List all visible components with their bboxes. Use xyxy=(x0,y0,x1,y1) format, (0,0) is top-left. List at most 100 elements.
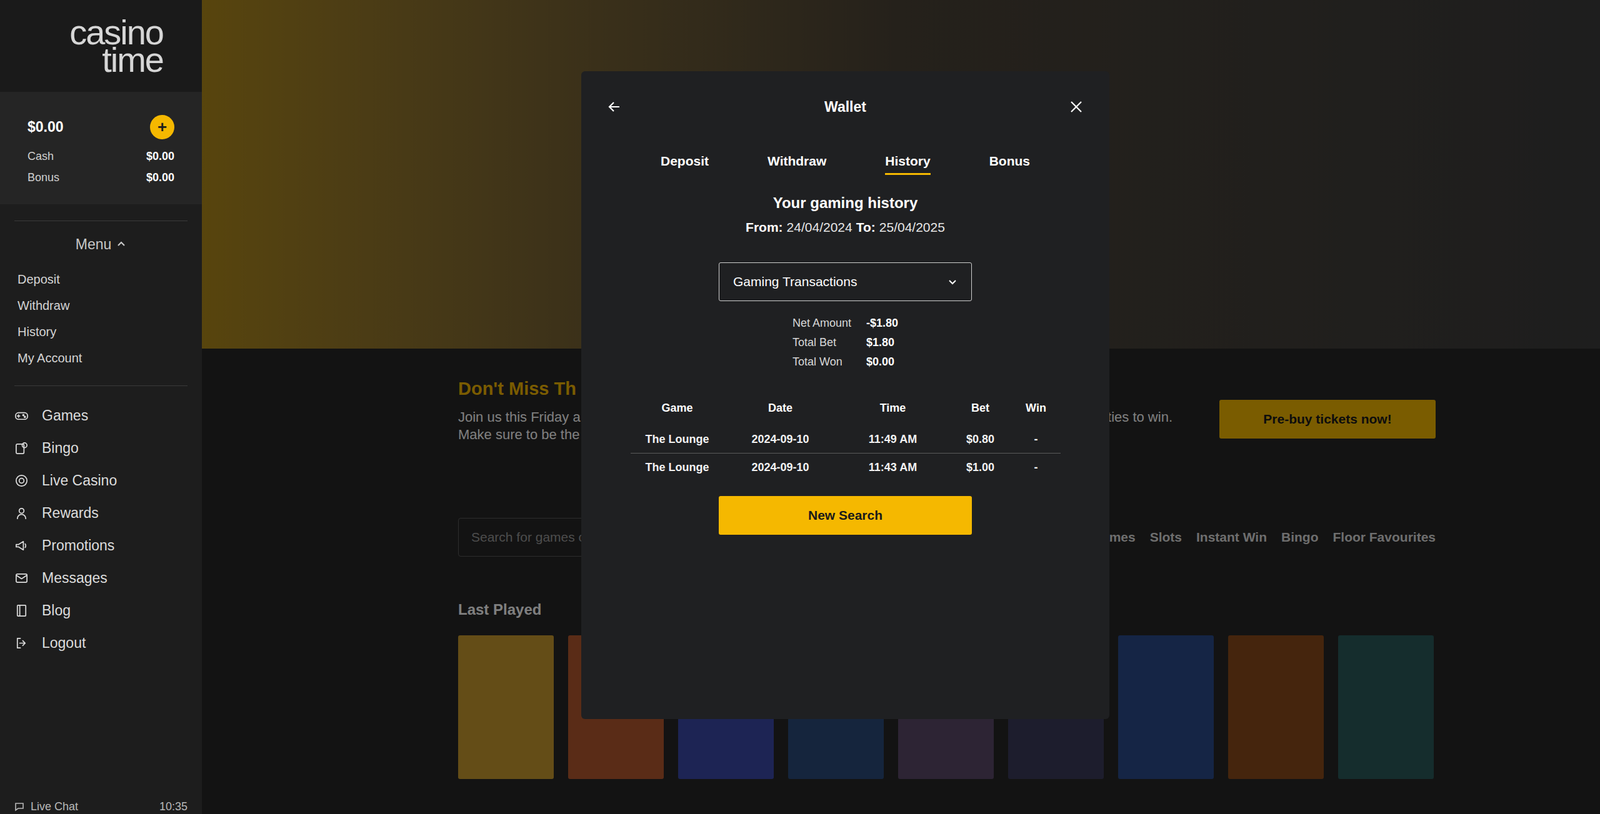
person-icon xyxy=(14,506,29,521)
nav-label: Rewards xyxy=(41,502,99,525)
summary-value: -$1.80 xyxy=(866,313,899,334)
cash-label: Cash xyxy=(27,148,54,165)
summary: Net Amount-$1.80Total Bet$1.80Total Won$… xyxy=(792,313,899,372)
logout-icon xyxy=(14,636,29,651)
summary-label: Net Amount xyxy=(792,313,867,334)
menu-item[interactable]: Deposit xyxy=(0,266,202,293)
table-cell: The Lounge xyxy=(630,431,725,449)
app: casino time $0.00 + Cash $0.00 Bonus $0.… xyxy=(0,0,1600,814)
balance-panel: $0.00 + Cash $0.00 Bonus $0.00 xyxy=(0,91,202,205)
wallet-tabs: Deposit Withdraw History Bonus xyxy=(660,151,1030,175)
nav-label: Blog xyxy=(41,600,71,622)
bonus-label: Bonus xyxy=(27,169,60,187)
nav-label: Messages xyxy=(41,567,108,590)
summary-value: $0.00 xyxy=(866,352,899,372)
nav-label: Promotions xyxy=(41,535,115,557)
separator xyxy=(14,220,188,222)
chip-icon xyxy=(14,473,29,489)
chevron-icon xyxy=(947,276,958,287)
menu-toggle[interactable]: Menu xyxy=(0,234,202,255)
cash-row: Cash $0.00 xyxy=(27,148,175,164)
close-icon[interactable] xyxy=(1069,100,1084,114)
logo-line: time xyxy=(101,46,164,74)
envelope-icon xyxy=(14,571,29,586)
column-header: Game xyxy=(630,400,725,417)
wallet-tab[interactable]: History xyxy=(885,151,930,175)
table-header: GameDateTimeBetWin xyxy=(630,391,1061,426)
nav-item[interactable]: Rewards xyxy=(0,496,202,530)
wallet-tab[interactable]: Withdraw xyxy=(767,151,827,175)
table-cell: 2024-09-10 xyxy=(724,431,837,449)
gamepad-icon xyxy=(14,408,29,424)
menu-list: DepositWithdrawHistoryMy Account xyxy=(0,266,202,372)
wallet-tab[interactable]: Deposit xyxy=(660,151,709,175)
nav-label: Bingo xyxy=(41,437,79,460)
nav-label: Games xyxy=(41,405,89,427)
wallet-modal: Wallet Deposit Withdraw History Bonus Your … xyxy=(581,71,1110,720)
table-cell: 2024-09-10 xyxy=(724,459,837,477)
column-header: Bet xyxy=(949,400,1012,417)
balance-total: $0.00 xyxy=(27,116,64,139)
nav-item[interactable]: Promotions xyxy=(0,529,202,562)
live-chat[interactable]: Live Chat xyxy=(14,798,79,814)
balance-row: $0.00 + xyxy=(27,116,175,137)
history-table: GameDateTimeBetWinThe Lounge2024-09-1011… xyxy=(630,391,1061,482)
from-label: From: xyxy=(745,219,784,236)
chevron-icon xyxy=(116,239,127,250)
live-chat-bar[interactable]: Live Chat 10:35 xyxy=(0,799,202,814)
history-heading: Your gaming history xyxy=(773,193,919,213)
sidebar: casino time $0.00 + Cash $0.00 Bonus $0.… xyxy=(0,0,202,814)
to-label: To: xyxy=(856,219,876,236)
bingo-card-icon xyxy=(14,441,29,456)
nav-item[interactable]: Messages xyxy=(0,561,202,595)
back-arrow-icon[interactable] xyxy=(607,100,622,114)
table-row: The Lounge2024-09-1011:43 AM$1.00- xyxy=(630,453,1061,482)
nav-item[interactable]: Blog xyxy=(0,594,202,627)
summary-value: $1.80 xyxy=(866,333,899,353)
from-date: 24/04/2024 xyxy=(786,219,853,236)
separator xyxy=(14,385,188,387)
new-search-button[interactable]: New Search xyxy=(718,496,972,535)
nav-item[interactable]: Bingo xyxy=(0,431,202,465)
nav-item[interactable]: Logout xyxy=(0,626,202,660)
menu-label: Menu xyxy=(75,233,112,256)
table-row: The Lounge2024-09-1011:49 AM$0.80- xyxy=(630,425,1061,454)
chat-icon xyxy=(14,801,25,812)
column-header: Date xyxy=(724,400,837,417)
modal-header: Wallet xyxy=(581,96,1110,114)
clock: 10:35 xyxy=(159,798,188,814)
date-range: From: 24/04/2024 To: 25/04/2025 xyxy=(745,219,945,236)
summary-label: Total Bet xyxy=(792,333,867,353)
table-cell: 11:43 AM xyxy=(836,459,950,477)
megaphone-icon xyxy=(14,538,29,554)
logo[interactable]: casino time xyxy=(0,0,202,92)
add-funds-button[interactable]: + xyxy=(150,115,175,140)
transaction-type-select[interactable]: Gaming Transactions xyxy=(718,262,972,302)
table-cell: 11:49 AM xyxy=(836,431,950,449)
nav-item[interactable]: Live Casino xyxy=(0,464,202,497)
column-header: Time xyxy=(836,400,950,417)
live-chat-label: Live Chat xyxy=(30,798,79,814)
cash-value: $0.00 xyxy=(146,148,175,165)
column-header: Win xyxy=(1011,400,1061,417)
logo-line: casino xyxy=(69,18,164,47)
table-cell: $0.80 xyxy=(949,431,1012,449)
book-icon xyxy=(14,603,29,619)
nav-label: Live Casino xyxy=(41,470,117,492)
bonus-value: $0.00 xyxy=(146,169,175,187)
menu-item[interactable]: Withdraw xyxy=(0,292,202,319)
modal-title: Wallet xyxy=(824,96,867,119)
bonus-row: Bonus $0.00 xyxy=(27,170,175,185)
nav-label: Logout xyxy=(41,632,86,655)
table-cell: The Lounge xyxy=(630,459,725,477)
menu-item[interactable]: My Account xyxy=(0,345,202,372)
wallet-tab[interactable]: Bonus xyxy=(989,151,1030,175)
table-cell: - xyxy=(1011,431,1061,449)
nav-item[interactable]: Games xyxy=(0,399,202,432)
select-value: Gaming Transactions xyxy=(733,271,857,292)
nav-list: Games Bingo Live Casino Rewards Promotions Me… xyxy=(0,399,202,660)
menu-item[interactable]: History xyxy=(0,318,202,345)
summary-label: Total Won xyxy=(792,352,867,372)
table-cell: - xyxy=(1011,459,1061,477)
to-date: 25/04/2025 xyxy=(879,219,945,236)
